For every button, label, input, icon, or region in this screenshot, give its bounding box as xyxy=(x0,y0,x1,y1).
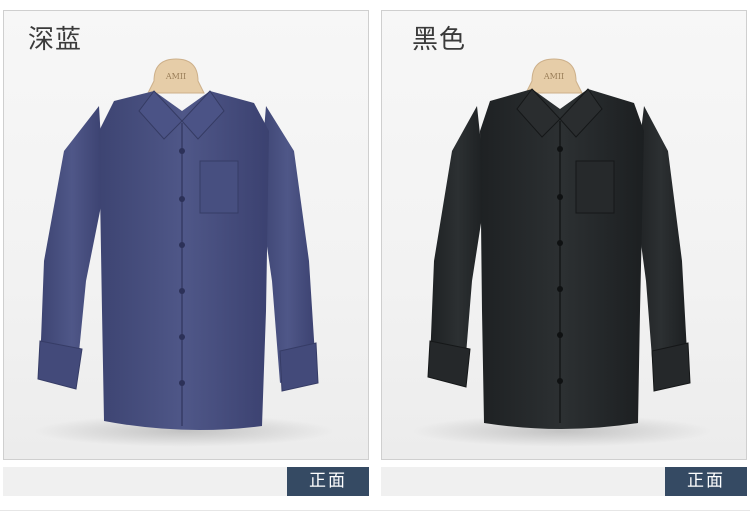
view-bar-black: 正面 xyxy=(381,467,747,496)
hanger-icon: AMII xyxy=(525,58,583,94)
svg-text:AMII: AMII xyxy=(165,72,186,81)
divider xyxy=(0,510,750,511)
shirt-image: AMII xyxy=(412,58,712,447)
shirt-image: AMII xyxy=(34,58,334,447)
color-name-label: 深蓝 xyxy=(28,25,83,55)
color-name-label: 黑色 xyxy=(412,25,467,55)
product-panel-black[interactable]: AMII 黑色 xyxy=(381,10,747,460)
view-tag-front[interactable]: 正面 xyxy=(665,467,747,496)
view-bar-navy: 正面 xyxy=(3,467,369,496)
svg-text:AMII: AMII xyxy=(543,72,564,81)
product-panel-navy[interactable]: AMII 深蓝 xyxy=(3,10,369,460)
view-tag-front[interactable]: 正面 xyxy=(287,467,369,496)
hanger-icon: AMII xyxy=(147,58,205,94)
product-color-showcase: AMII 深蓝 AMII 黑色 正面 正面 xyxy=(0,0,750,529)
